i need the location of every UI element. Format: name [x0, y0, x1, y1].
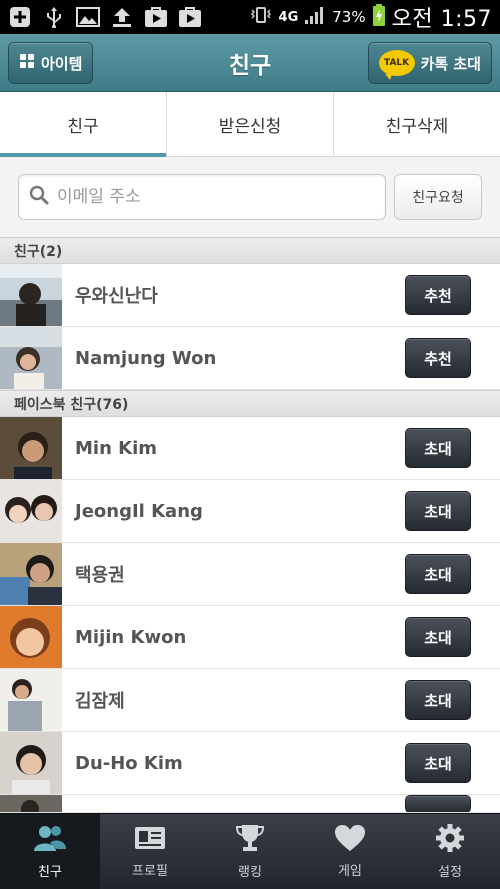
play-store-icon-2	[178, 6, 202, 28]
status-bar: 4G 73% 오전 1:57	[0, 0, 500, 34]
list-item[interactable]: Du-Ho Kim 초대	[0, 732, 500, 795]
nav-ranking-label: 랭킹	[238, 865, 262, 880]
tab-friends[interactable]: 친구	[0, 92, 167, 157]
invite-button[interactable]: 초대	[405, 617, 471, 657]
play-store-icon	[144, 6, 168, 28]
avatar	[0, 543, 62, 605]
avatar	[0, 795, 62, 812]
avatar	[0, 480, 62, 542]
add-notification-icon	[8, 6, 32, 28]
facebook-friends-section-header: 페이스북 친구(76)	[0, 390, 500, 417]
profile-card-icon	[133, 824, 167, 856]
friend-name: 김잠제	[75, 691, 125, 712]
clock: 오전 1:57	[391, 7, 492, 32]
signal-icon	[304, 5, 326, 30]
invite-button[interactable]: 초대	[405, 554, 471, 594]
battery-charging-icon	[372, 3, 386, 32]
invite-button[interactable]: 초대	[405, 491, 471, 531]
avatar	[0, 732, 62, 794]
battery-percent: 73%	[332, 8, 366, 26]
items-button-label: 아이템	[41, 54, 83, 73]
email-search-input[interactable]	[57, 187, 375, 207]
nav-profile-label: 프로필	[132, 864, 168, 879]
nav-ranking[interactable]: 랭킹	[200, 814, 300, 889]
friend-name: Namjung Won	[75, 347, 217, 369]
nav-friends[interactable]: 친구	[0, 814, 100, 889]
list-item[interactable]: Namjung Won 추천	[0, 327, 500, 390]
friends-section-header: 친구(2)	[0, 237, 500, 264]
items-button[interactable]: 아이템	[8, 42, 94, 84]
invite-button[interactable]: 초대	[405, 428, 471, 468]
nav-game[interactable]: 게임	[300, 814, 400, 889]
tab-bar: 친구 받은신청 친구삭제	[0, 92, 500, 157]
trophy-icon	[234, 823, 266, 857]
tab-delete-friends[interactable]: 친구삭제	[334, 92, 500, 156]
search-icon	[29, 185, 49, 209]
invite-button[interactable]: 초대	[405, 743, 471, 783]
usb-icon	[42, 6, 66, 28]
avatar	[0, 417, 62, 479]
upload-icon	[110, 6, 134, 28]
search-row: 친구요청	[0, 157, 500, 237]
friend-name: Min Kim	[75, 437, 158, 459]
bottom-navigation: 친구 프로필 랭킹 게임 설정	[0, 813, 500, 889]
friend-name: Mijin Kwon	[75, 626, 187, 648]
page-title: 친구	[228, 52, 272, 79]
nav-friends-label: 친구	[38, 865, 62, 880]
image-icon	[76, 6, 100, 28]
nav-profile[interactable]: 프로필	[100, 814, 200, 889]
friend-name: JeongIl Kang	[75, 500, 203, 522]
list-item[interactable]: 김잠제 초대	[0, 669, 500, 732]
friend-name: 우와신난다	[75, 286, 158, 307]
kakao-invite-label: 카톡 초대	[420, 54, 481, 73]
avatar	[0, 327, 62, 389]
app-header: 아이템 친구 TALK 카톡 초대	[0, 34, 500, 92]
recommend-button[interactable]: 추천	[405, 275, 471, 315]
nav-settings[interactable]: 설정	[400, 814, 500, 889]
kakao-invite-button[interactable]: TALK 카톡 초대	[367, 42, 492, 84]
list-item[interactable]: 우와신난다 추천	[0, 264, 500, 327]
friend-name: 택용권	[75, 565, 125, 586]
invite-button[interactable]	[405, 795, 471, 812]
list-item[interactable]: Mijin Kwon 초대	[0, 606, 500, 669]
kakaotalk-logo-icon: TALK	[378, 50, 415, 80]
friend-request-button[interactable]: 친구요청	[394, 174, 482, 220]
heart-icon	[334, 824, 366, 856]
vibrate-icon	[249, 6, 273, 29]
friends-icon	[33, 823, 67, 857]
gear-icon	[435, 823, 465, 857]
search-box[interactable]	[18, 174, 386, 220]
list-item-partial[interactable]	[0, 795, 500, 813]
nav-settings-label: 설정	[438, 865, 462, 880]
list-item[interactable]: JeongIl Kang 초대	[0, 480, 500, 543]
nav-game-label: 게임	[338, 864, 362, 879]
list-item[interactable]: Min Kim 초대	[0, 417, 500, 480]
gift-icon	[19, 53, 35, 73]
invite-button[interactable]: 초대	[405, 680, 471, 720]
list-item[interactable]: 택용권 초대	[0, 543, 500, 606]
network-type: 4G	[278, 9, 299, 25]
avatar	[0, 669, 62, 731]
avatar	[0, 606, 62, 668]
avatar	[0, 264, 62, 326]
tab-received-requests[interactable]: 받은신청	[167, 92, 334, 156]
recommend-button[interactable]: 추천	[405, 338, 471, 378]
friend-name: Du-Ho Kim	[75, 752, 183, 774]
